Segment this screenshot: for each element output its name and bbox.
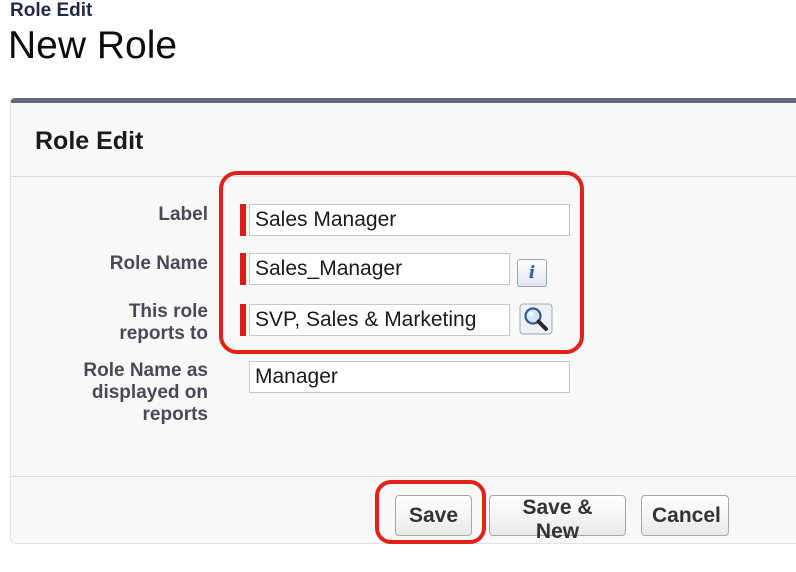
display-name-input[interactable] (249, 361, 570, 393)
required-indicator (240, 304, 246, 336)
info-icon[interactable]: i (517, 259, 547, 287)
section-divider (11, 176, 796, 177)
cancel-button[interactable]: Cancel (641, 495, 729, 536)
display-name-field-label: Role Name as displayed on reports (83, 360, 208, 426)
required-indicator (240, 204, 246, 236)
role-name-field-label: Role Name (109, 253, 208, 274)
role-edit-panel: Role Edit Label Role Name i This role re… (10, 98, 796, 544)
required-indicator (240, 253, 246, 285)
reports-to-field-label: This role reports to (119, 301, 208, 345)
panel-heading: Role Edit (35, 127, 144, 155)
display-name-label-line: Role Name as (83, 360, 208, 381)
label-field-label: Label (158, 204, 208, 225)
page-title: New Role (8, 24, 178, 67)
display-name-label-line: reports (142, 404, 208, 425)
save-and-new-button[interactable]: Save & New (489, 495, 626, 543)
display-name-label-line: displayed on (91, 382, 208, 403)
reports-to-input[interactable] (249, 304, 510, 336)
label-input[interactable] (249, 204, 570, 236)
reports-to-label-line: reports to (119, 323, 208, 344)
role-edit-page: Role Edit New Role Role Edit Label Role … (0, 0, 796, 572)
save-button[interactable]: Save (395, 495, 472, 536)
reports-to-label-line: This role (128, 301, 208, 322)
breadcrumb: Role Edit (10, 0, 93, 21)
lookup-magnifier-icon[interactable] (519, 303, 553, 335)
role-name-input[interactable] (249, 253, 510, 285)
button-bar-divider (11, 476, 796, 477)
